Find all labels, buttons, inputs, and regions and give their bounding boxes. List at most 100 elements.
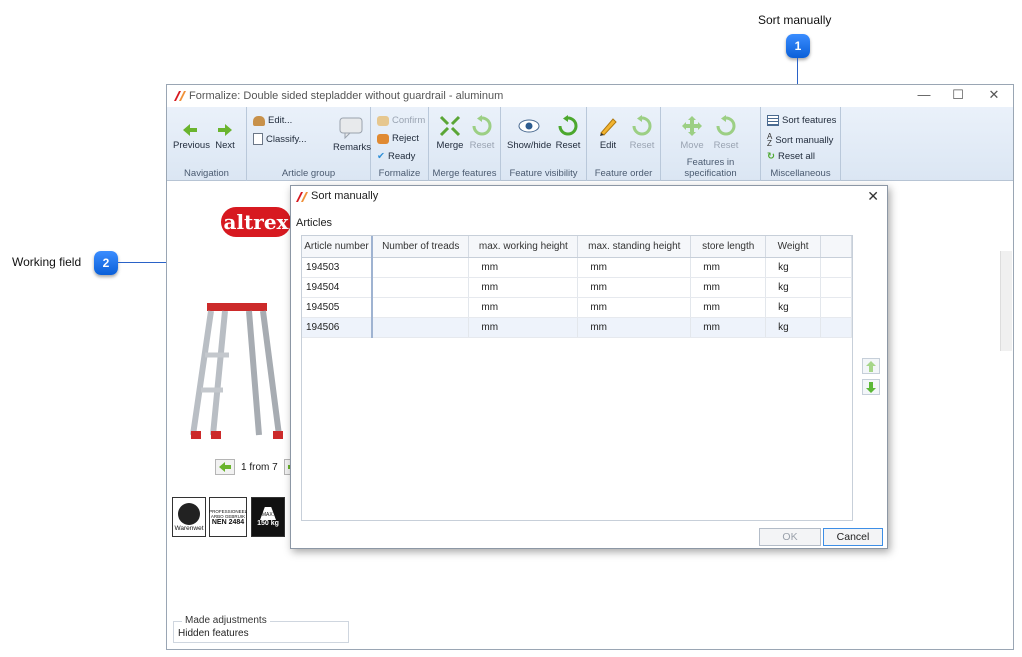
ribbon-group-features-in-spec: Move Reset Features in specification xyxy=(661,107,761,181)
visibility-reset-button[interactable]: Reset xyxy=(553,115,583,151)
reset-all-button[interactable]: ↻ Reset all xyxy=(767,151,815,162)
cell-store-length[interactable]: mm xyxy=(690,257,767,278)
cell-article-number[interactable]: 194506 xyxy=(302,317,373,338)
cancel-button[interactable]: Cancel xyxy=(823,528,883,546)
ready-label: Ready xyxy=(387,151,416,162)
checkmark-icon: ✔ xyxy=(377,151,385,162)
move-up-button[interactable] xyxy=(862,358,880,374)
classify-button[interactable]: Classify... xyxy=(253,133,306,145)
reset-icon xyxy=(558,115,578,136)
next-label: Next xyxy=(215,140,235,151)
thumbs-up-icon xyxy=(377,115,389,126)
confirm-label: Confirm xyxy=(392,115,426,126)
edit-article-label: Edit... xyxy=(268,115,293,126)
table-row-selected[interactable]: 194506 mm mm mm kg xyxy=(302,317,852,338)
cell-weight[interactable]: kg xyxy=(765,277,822,298)
show-hide-button[interactable]: Show/hide xyxy=(507,115,551,151)
table-row[interactable]: 194503 mm mm mm kg xyxy=(302,257,852,278)
sort-manually-dialog: Sort manually ✕ Articles Article number … xyxy=(290,185,888,549)
group-label-article-group: Article group xyxy=(281,168,336,179)
cell-store-length[interactable]: mm xyxy=(690,277,767,298)
move-arrows-icon xyxy=(682,116,702,136)
close-window-button[interactable]: ✕ xyxy=(981,87,1007,105)
articles-table: Article number Number of treads max. wor… xyxy=(302,236,852,338)
articles-grid[interactable]: Article number Number of treads max. wor… xyxy=(301,235,853,521)
move-down-button[interactable] xyxy=(862,379,880,395)
articles-label: Articles xyxy=(296,217,333,229)
column-header-weight[interactable]: Weight xyxy=(765,236,822,258)
arrow-right-icon xyxy=(218,124,232,136)
cell-working-height[interactable]: mm xyxy=(468,317,579,338)
cell-standing-height[interactable]: mm xyxy=(577,277,692,298)
cell-weight[interactable]: kg xyxy=(765,317,822,338)
cell-article-number[interactable]: 194505 xyxy=(302,297,373,318)
edit-article-button[interactable]: Edit... xyxy=(253,115,292,126)
table-row[interactable]: 194504 mm mm mm kg xyxy=(302,277,852,298)
cell-store-length[interactable]: mm xyxy=(690,297,767,318)
cell-weight[interactable]: kg xyxy=(765,297,822,318)
cell-empty xyxy=(820,297,852,318)
group-label-navigation: Navigation xyxy=(184,168,229,179)
column-header-max-working-height[interactable]: max. working height xyxy=(468,236,579,258)
cell-treads[interactable] xyxy=(371,297,470,318)
cell-article-number[interactable]: 194503 xyxy=(302,257,373,278)
dialog-close-button[interactable]: ✕ xyxy=(867,188,879,205)
next-button[interactable]: Next xyxy=(211,123,239,151)
reset-small-icon: ↻ xyxy=(767,151,775,162)
visibility-reset-label: Reset xyxy=(555,140,581,151)
previous-button[interactable]: Previous xyxy=(173,123,210,151)
callout-badge-1: 1 xyxy=(786,34,810,58)
cell-working-height[interactable]: mm xyxy=(468,297,579,318)
cell-article-number[interactable]: 194504 xyxy=(302,277,373,298)
cell-working-height[interactable]: mm xyxy=(468,277,579,298)
vertical-scrollbar[interactable] xyxy=(1000,251,1012,351)
merge-reset-button[interactable]: Reset xyxy=(467,115,497,151)
thumbs-down-icon xyxy=(377,133,389,144)
table-row[interactable]: 194505 mm mm mm kg xyxy=(302,297,852,318)
reset-icon xyxy=(632,115,652,136)
sort-manually-button[interactable]: AZ Sort manually xyxy=(767,133,833,148)
move-button[interactable]: Move xyxy=(677,115,707,151)
column-header-article-number[interactable]: Article number xyxy=(302,236,373,258)
column-header-number-of-treads[interactable]: Number of treads xyxy=(371,236,470,258)
feature-order-edit-button[interactable]: Edit xyxy=(593,115,623,151)
cell-treads[interactable] xyxy=(371,317,470,338)
speech-bubble-icon xyxy=(339,117,363,139)
cell-standing-height[interactable]: mm xyxy=(577,317,692,338)
cell-treads[interactable] xyxy=(371,257,470,278)
reject-button[interactable]: Reject xyxy=(377,133,419,144)
cell-treads[interactable] xyxy=(371,277,470,298)
cell-standing-height[interactable]: mm xyxy=(577,297,692,318)
cell-standing-height[interactable]: mm xyxy=(577,257,692,278)
weight-icon: MAX. xyxy=(260,507,276,520)
cell-working-height[interactable]: mm xyxy=(468,257,579,278)
maximize-button[interactable]: ☐ xyxy=(945,87,971,105)
minimize-button[interactable]: — xyxy=(911,87,937,105)
cell-weight[interactable]: kg xyxy=(765,257,822,278)
ribbon-group-miscellaneous: Sort features AZ Sort manually ↻ Reset a… xyxy=(761,107,841,181)
ok-button[interactable]: OK xyxy=(759,528,821,546)
merge-button[interactable]: Merge xyxy=(435,115,465,151)
max-load-text: 150 kg xyxy=(257,520,279,527)
confirm-button[interactable]: Confirm xyxy=(377,115,425,126)
feature-order-reset-button[interactable]: Reset xyxy=(627,115,657,151)
cell-empty xyxy=(820,317,852,338)
column-header-max-standing-height[interactable]: max. standing height xyxy=(577,236,692,258)
ready-button[interactable]: ✔ Ready xyxy=(377,151,415,162)
arrow-down-icon xyxy=(866,381,876,393)
made-adjustments-legend: Made adjustments xyxy=(182,615,270,626)
sort-features-button[interactable]: Sort features xyxy=(767,115,836,126)
altrex-logo: altrex xyxy=(221,207,291,237)
window-title: Formalize: Double sided stepladder witho… xyxy=(189,90,504,102)
merge-label: Merge xyxy=(436,140,464,151)
column-header-store-length[interactable]: store length xyxy=(690,236,767,258)
cell-store-length[interactable]: mm xyxy=(690,317,767,338)
reject-label: Reject xyxy=(392,133,419,144)
remarks-button[interactable]: Remarks xyxy=(333,117,372,153)
group-label-feature-order: Feature order xyxy=(594,168,653,179)
previous-image-button[interactable] xyxy=(215,459,235,475)
spec-reset-button[interactable]: Reset xyxy=(711,115,741,151)
remarks-label: Remarks xyxy=(333,142,372,153)
feature-order-edit-label: Edit xyxy=(599,140,617,151)
seal-icon xyxy=(178,502,200,525)
